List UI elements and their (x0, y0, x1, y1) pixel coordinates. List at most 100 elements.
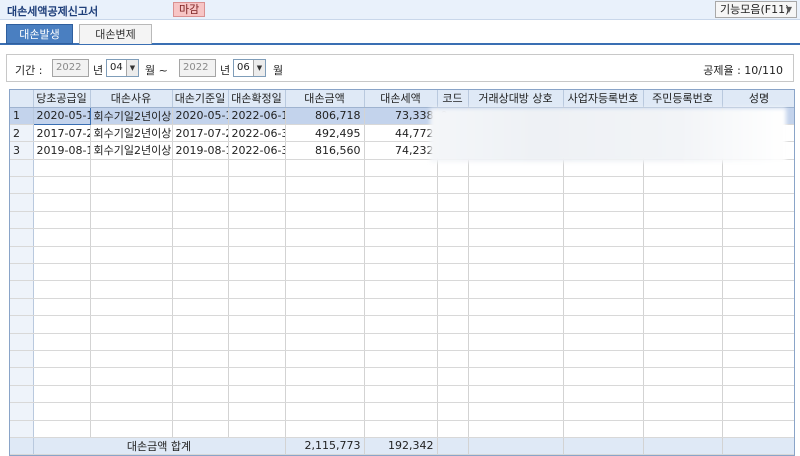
empty-table-row[interactable] (10, 280, 794, 299)
empty-cell[interactable] (90, 420, 173, 438)
empty-cell[interactable] (172, 263, 229, 282)
empty-cell[interactable] (90, 315, 173, 334)
empty-cell[interactable] (563, 263, 644, 282)
empty-cell[interactable] (643, 193, 723, 212)
empty-cell[interactable] (228, 246, 286, 265)
empty-cell[interactable] (722, 350, 794, 369)
empty-cell[interactable] (172, 193, 229, 212)
empty-cell[interactable] (437, 402, 469, 421)
cell-reason[interactable]: 회수기일2년이상경 (90, 124, 173, 143)
dropdown-arrow-icon[interactable]: ▼ (253, 60, 265, 76)
empty-cell[interactable] (643, 211, 723, 230)
empty-cell[interactable] (468, 367, 564, 386)
empty-cell[interactable] (468, 193, 564, 212)
empty-cell[interactable] (563, 385, 644, 404)
empty-cell[interactable] (228, 298, 286, 317)
empty-cell[interactable] (563, 402, 644, 421)
empty-cell[interactable] (33, 211, 91, 230)
empty-cell[interactable] (364, 159, 438, 178)
cell-confirm-date[interactable]: 2022-06-15 (228, 107, 286, 125)
empty-cell[interactable] (563, 228, 644, 247)
empty-cell[interactable] (643, 315, 723, 334)
empty-cell[interactable] (90, 246, 173, 265)
header-cell[interactable]: 대손기준일 (172, 90, 229, 108)
empty-cell[interactable] (364, 176, 438, 195)
empty-table-row[interactable] (10, 263, 794, 282)
empty-cell[interactable] (172, 333, 229, 351)
empty-cell[interactable] (33, 333, 91, 351)
empty-cell[interactable] (437, 263, 469, 282)
cell-base-date[interactable]: 2017-07-26 (172, 124, 229, 143)
cell-amount[interactable]: 806,718 (285, 107, 365, 125)
empty-cell[interactable] (285, 333, 365, 351)
empty-cell[interactable] (285, 298, 365, 317)
empty-cell[interactable] (563, 420, 644, 438)
empty-cell[interactable] (364, 367, 438, 386)
empty-cell[interactable] (172, 246, 229, 265)
empty-cell[interactable] (364, 193, 438, 212)
function-menu-button[interactable]: 기능모음(F11) ▼ (715, 1, 797, 18)
empty-cell[interactable] (364, 246, 438, 265)
empty-cell[interactable] (172, 315, 229, 334)
empty-table-row[interactable] (10, 228, 794, 247)
empty-cell[interactable] (643, 420, 723, 438)
empty-table-row[interactable] (10, 367, 794, 386)
empty-cell[interactable] (285, 228, 365, 247)
empty-cell[interactable] (643, 333, 723, 351)
empty-cell[interactable] (437, 193, 469, 212)
empty-cell[interactable] (722, 228, 794, 247)
empty-cell[interactable] (468, 402, 564, 421)
empty-cell[interactable] (33, 367, 91, 386)
empty-cell[interactable] (228, 280, 286, 299)
empty-cell[interactable] (228, 263, 286, 282)
empty-table-row[interactable] (10, 420, 794, 438)
empty-cell[interactable] (643, 402, 723, 421)
header-cell[interactable]: 거래상대방 상호 (468, 90, 564, 108)
empty-cell[interactable] (90, 193, 173, 212)
empty-cell[interactable] (364, 350, 438, 369)
empty-cell[interactable] (722, 263, 794, 282)
empty-cell[interactable] (563, 333, 644, 351)
empty-table-row[interactable] (10, 402, 794, 421)
empty-cell[interactable] (285, 280, 365, 299)
empty-cell[interactable] (33, 280, 91, 299)
empty-cell[interactable] (722, 246, 794, 265)
empty-cell[interactable] (468, 211, 564, 230)
empty-cell[interactable] (364, 228, 438, 247)
empty-cell[interactable] (437, 280, 469, 299)
empty-cell[interactable] (285, 367, 365, 386)
empty-cell[interactable] (90, 280, 173, 299)
empty-cell[interactable] (437, 246, 469, 265)
empty-cell[interactable] (722, 385, 794, 404)
empty-cell[interactable] (722, 420, 794, 438)
empty-cell[interactable] (172, 211, 229, 230)
empty-table-row[interactable] (10, 315, 794, 334)
empty-cell[interactable] (364, 298, 438, 317)
empty-cell[interactable] (722, 402, 794, 421)
empty-cell[interactable] (437, 385, 469, 404)
empty-table-row[interactable] (10, 385, 794, 404)
empty-cell[interactable] (643, 280, 723, 299)
cell-base-date[interactable]: 2020-05-15 (172, 107, 229, 125)
empty-cell[interactable] (285, 193, 365, 212)
empty-cell[interactable] (563, 298, 644, 317)
empty-table-row[interactable] (10, 333, 794, 351)
empty-cell[interactable] (90, 211, 173, 230)
empty-cell[interactable] (33, 420, 91, 438)
empty-cell[interactable] (563, 211, 644, 230)
cell-orig-date[interactable]: 2019-08-14 (33, 141, 91, 160)
empty-cell[interactable] (228, 211, 286, 230)
empty-cell[interactable] (364, 315, 438, 334)
empty-cell[interactable] (285, 385, 365, 404)
empty-cell[interactable] (437, 315, 469, 334)
empty-cell[interactable] (563, 246, 644, 265)
empty-cell[interactable] (364, 385, 438, 404)
empty-cell[interactable] (228, 367, 286, 386)
empty-table-row[interactable] (10, 176, 794, 195)
cell-confirm-date[interactable]: 2022-06-30 (228, 141, 286, 160)
cell-amount[interactable]: 816,560 (285, 141, 365, 160)
empty-cell[interactable] (33, 176, 91, 195)
empty-cell[interactable] (33, 159, 91, 178)
empty-cell[interactable] (722, 298, 794, 317)
dropdown-arrow-icon[interactable]: ▼ (126, 60, 138, 76)
